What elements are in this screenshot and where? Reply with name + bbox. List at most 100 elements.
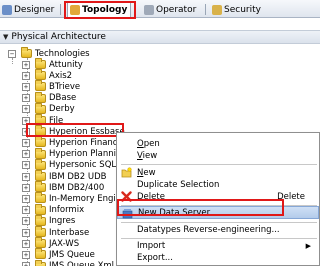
security-icon [212, 4, 222, 15]
tab-security[interactable]: Security [210, 2, 264, 17]
expand-icon[interactable]: + [22, 150, 30, 159]
tree-node-label: Hypersonic SQL [49, 160, 117, 171]
tree-node[interactable]: + Hyperion Financial [22, 136, 127, 148]
tab-operator[interactable]: Operator [142, 2, 199, 17]
tree-node-label: Attunity [49, 59, 83, 70]
tree-node[interactable]: + JAX-WS [22, 237, 80, 249]
tree-node-label: JMS Queue [49, 249, 95, 260]
menu-item-datatypes-reverse-engineering[interactable]: Datatypes Reverse-engineering... [117, 223, 319, 236]
tab-operator-label: Operator [156, 4, 197, 15]
menu-item-label: Open [137, 139, 160, 149]
topology-highlight-box [64, 1, 136, 19]
tree-node-label: BTrieve [49, 81, 81, 92]
folder-icon [35, 226, 46, 237]
tree-node-label: DBase [49, 93, 77, 104]
tab-separator [205, 4, 206, 15]
tree-node[interactable]: + Ingres [22, 214, 76, 227]
expand-icon[interactable]: + [22, 262, 30, 266]
navigator-tab-bar: Designer Topology Operator Security [0, 0, 320, 18]
folder-icon [35, 237, 46, 249]
expand-icon[interactable]: + [22, 228, 30, 237]
tree-node[interactable]: + JMS Queue [22, 248, 95, 260]
tree-node[interactable]: + Axis2 [22, 69, 73, 81]
folder-icon [35, 248, 46, 260]
folder-icon [35, 69, 46, 81]
menu-separator [121, 164, 317, 165]
new-data-server-highlight-box [117, 199, 284, 216]
tree-node[interactable]: + Attunity [22, 58, 83, 70]
folder-icon [35, 80, 46, 92]
designer-icon [2, 4, 12, 15]
expand-icon[interactable]: + [22, 94, 30, 103]
menu-item-label: Duplicate Selection [137, 179, 220, 190]
tree-node-technologies[interactable]: − Technologies [8, 47, 90, 59]
menu-item-view[interactable]: View [117, 149, 319, 162]
tree-node-label: Ingres [49, 216, 76, 227]
expand-icon[interactable]: + [22, 105, 30, 114]
expand-icon[interactable]: + [22, 172, 30, 181]
folder-icon [35, 181, 46, 193]
expand-icon[interactable]: + [22, 82, 30, 91]
tree-node-label: In-Memory Engine [49, 193, 127, 204]
tree-node[interactable]: + In-Memory Engine [22, 192, 127, 204]
expand-icon[interactable]: + [22, 161, 30, 170]
menu-item-rest: pen [143, 138, 160, 149]
folder-icon [35, 58, 46, 69]
tree-node-label: Derby [49, 104, 75, 115]
tree-node[interactable]: + BTrieve [22, 80, 81, 92]
menu-item-label: Datatypes Reverse-engineering... [137, 224, 280, 235]
expand-icon[interactable]: + [22, 194, 30, 203]
folder-icon [35, 203, 46, 215]
menu-item-rest: ew [143, 167, 156, 178]
tree-node[interactable]: + DBase [22, 91, 77, 104]
expand-icon[interactable]: + [22, 60, 30, 69]
panel-title: Physical Architecture [11, 32, 106, 42]
tree-node[interactable]: + Derby [22, 102, 75, 115]
new-folder-icon [121, 167, 132, 178]
folder-icon [35, 192, 46, 204]
menu-item-label: New [137, 168, 156, 178]
folder-icon [35, 170, 46, 181]
menu-item-export[interactable]: Export... [117, 251, 319, 264]
menu-item-label: View [137, 151, 157, 161]
submenu-arrow-icon: ▶ [305, 241, 311, 250]
folder-icon [21, 47, 32, 58]
menu-item-label: Import [137, 240, 166, 251]
tree-node-label: JAX-WS [49, 238, 80, 249]
menu-item-label: Export... [137, 252, 173, 263]
tab-designer-label: Designer [14, 4, 55, 15]
mnemonic: O [137, 138, 144, 149]
collapse-triangle-icon[interactable]: ▼ [3, 33, 8, 41]
expand-icon[interactable]: + [22, 250, 30, 259]
collapse-icon[interactable]: − [8, 49, 16, 58]
expand-icon[interactable]: + [22, 138, 30, 147]
folder-icon [35, 259, 46, 266]
physical-architecture-header[interactable]: ▼ Physical Architecture [0, 30, 320, 44]
expand-icon[interactable]: + [22, 183, 30, 192]
tree-node[interactable]: + Informix [22, 203, 85, 216]
tree-node[interactable]: + JMS Queue Xml [22, 259, 114, 266]
folder-icon [35, 158, 46, 170]
tree-node-label: IBM DB2/400 [49, 182, 105, 193]
tree-node[interactable]: + Hyperion Planning [22, 147, 127, 160]
expand-icon[interactable]: + [22, 217, 30, 226]
folder-icon [35, 91, 46, 103]
tree-node-label: Technologies [35, 48, 90, 59]
tree-node-label: Axis2 [49, 70, 73, 81]
tab-security-label: Security [224, 4, 261, 15]
folder-icon [35, 102, 46, 114]
folder-icon [35, 136, 46, 148]
hyperion-essbase-highlight-box [26, 123, 124, 137]
tree-node[interactable]: + Interbase [22, 226, 90, 238]
menu-item-rest: iew [142, 150, 158, 161]
folder-icon [35, 147, 46, 159]
tree-node-label: Interbase [49, 227, 90, 238]
tab-designer[interactable]: Designer [0, 2, 57, 17]
tab-separator [60, 4, 61, 15]
tree-node-label: Informix [49, 205, 85, 216]
expand-icon[interactable]: + [22, 206, 30, 215]
folder-icon [35, 214, 46, 226]
expand-icon[interactable]: + [22, 71, 30, 80]
tree-node-label: IBM DB2 UDB [49, 171, 107, 182]
expand-icon[interactable]: + [22, 239, 30, 248]
